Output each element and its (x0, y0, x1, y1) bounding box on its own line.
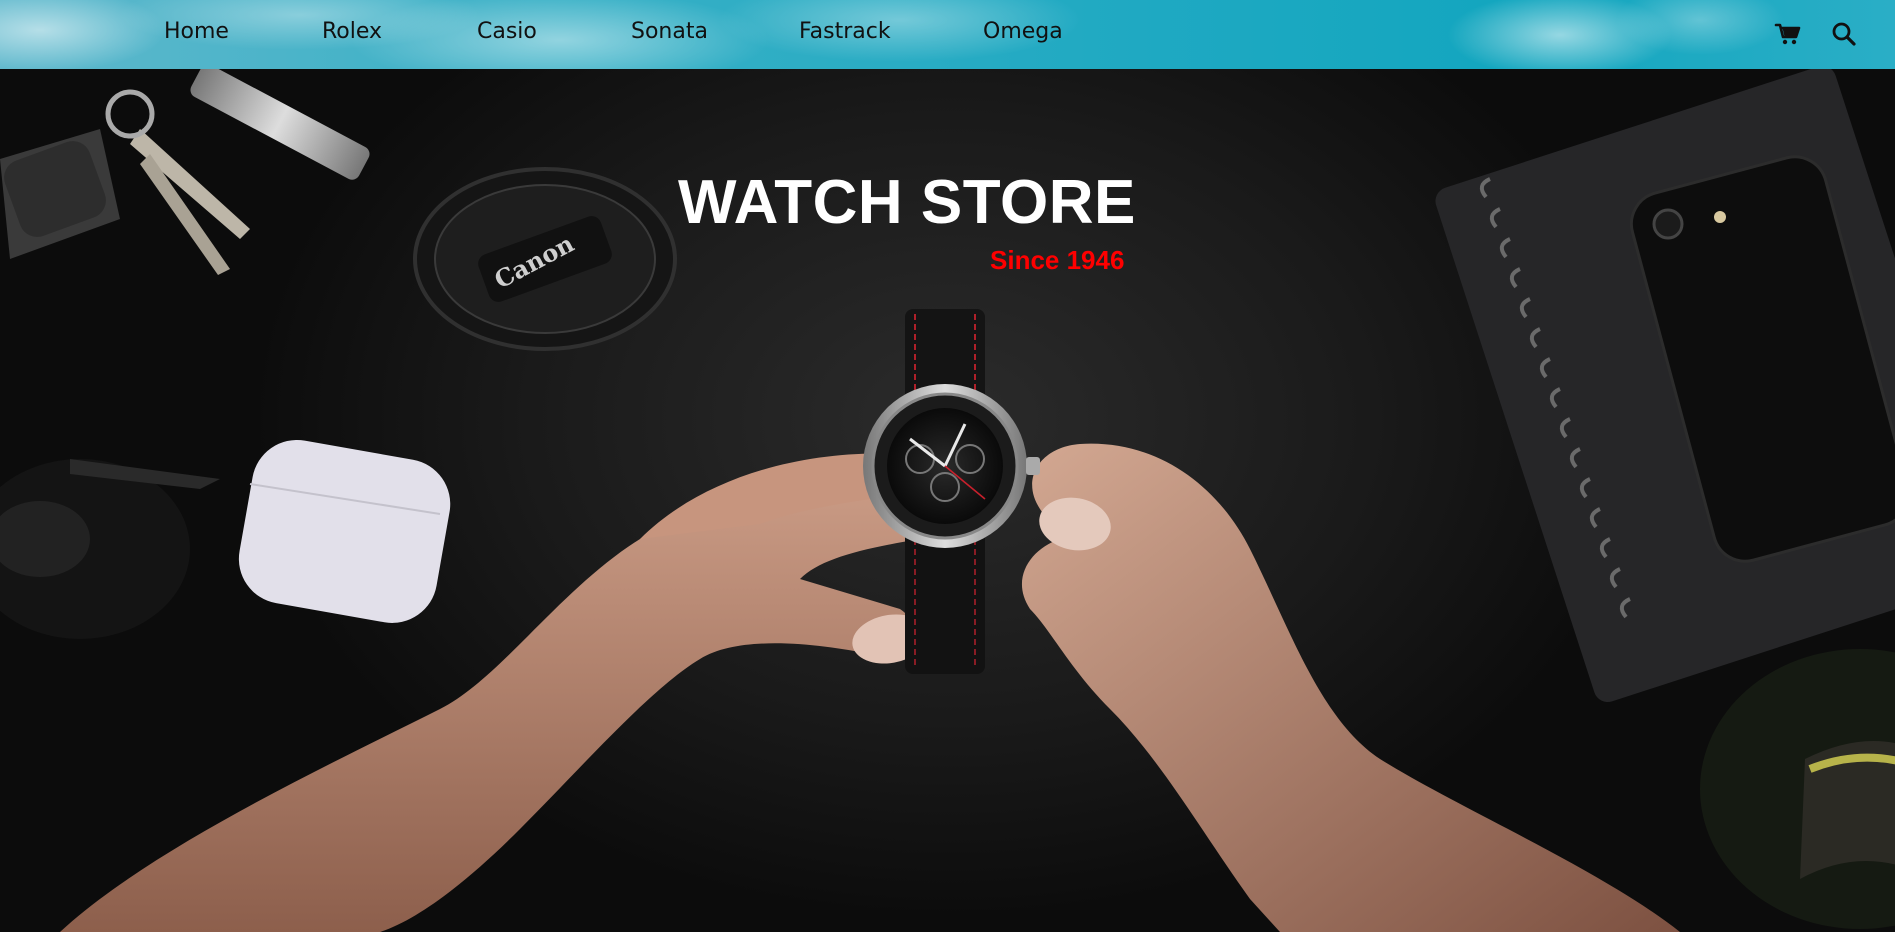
left-hand-image (60, 453, 930, 932)
nav-link-sonata[interactable]: Sonata (631, 19, 708, 44)
nav-link-casio[interactable]: Casio (477, 19, 537, 44)
nav-link-home[interactable]: Home (164, 19, 229, 44)
bottle-image (1700, 649, 1895, 929)
hero-banner: Canon WATCH STORE Since 1946 (0, 69, 1895, 932)
lens-cap-image: Canon (413, 167, 677, 351)
nav-link-omega[interactable]: Omega (983, 19, 1063, 44)
top-navbar: Home Rolex Casio Sonata Fastrack Omega (0, 0, 1895, 69)
store-title: WATCH STORE (678, 168, 1136, 237)
cart-icon[interactable] (1774, 20, 1802, 48)
car-key-image (0, 459, 220, 639)
store-tagline: Since 1946 (990, 245, 1125, 275)
earbuds-case-image (238, 439, 451, 623)
keys-image (0, 69, 370, 275)
search-icon[interactable] (1830, 20, 1858, 48)
nav-link-rolex[interactable]: Rolex (322, 19, 382, 44)
nav-link-fastrack[interactable]: Fastrack (799, 19, 891, 44)
